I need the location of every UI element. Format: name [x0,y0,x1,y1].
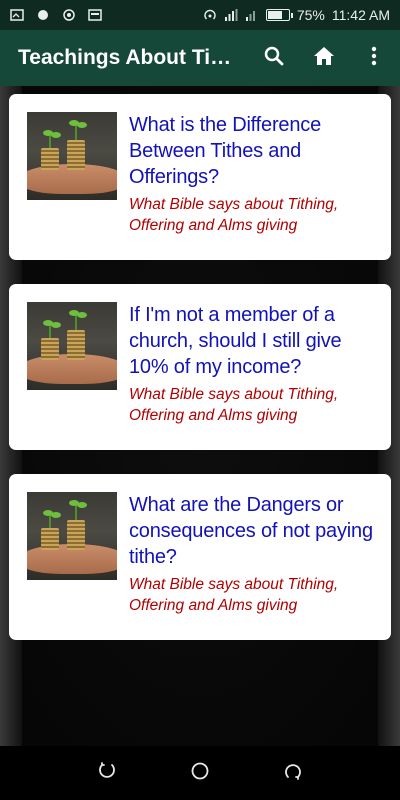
battery-percent: 75% [296,7,325,23]
hotspot-icon [203,8,217,22]
item-title: If I'm not a member of a church, should … [129,304,342,378]
app-title: Teachings About Tithes [18,46,238,69]
home-button[interactable] [308,42,340,74]
back-icon [97,761,117,786]
signal-icon [224,8,238,22]
item-subtitle: What Bible says about Tithing, Offering … [129,386,339,424]
status-bar: 75% 11:42 AM [0,0,400,30]
list-item[interactable]: What are the Dangers or consequences of … [9,474,391,640]
item-title: What is the Difference Between Tithes an… [129,114,321,188]
search-icon [262,44,286,73]
home-icon [312,44,336,73]
coins-plant-thumbnail [27,302,117,390]
coins-plant-thumbnail [27,492,117,580]
search-button[interactable] [258,42,290,74]
screenshot-icon [10,8,24,22]
clock: 11:42 AM [331,7,390,23]
gallery-icon [88,8,102,22]
list-item[interactable]: If I'm not a member of a church, should … [9,284,391,450]
system-nav-bar [0,746,400,800]
signal-2-icon [245,8,259,22]
battery-icon [265,9,293,21]
item-subtitle: What Bible says about Tithing, Offering … [129,576,339,614]
list-item[interactable]: What is the Difference Between Tithes an… [9,94,391,260]
content-list: What is the Difference Between Tithes an… [0,86,400,746]
back-button[interactable] [95,761,119,785]
coins-plant-thumbnail [27,112,117,200]
recents-button[interactable] [281,761,305,785]
home-circle-icon [190,761,210,786]
item-subtitle: What Bible says about Tithing, Offering … [129,196,339,234]
more-vert-icon [362,44,386,73]
notification-dot-icon [36,8,50,22]
recents-icon [283,761,303,786]
item-title: What are the Dangers or consequences of … [129,494,373,568]
sync-icon [62,8,76,22]
home-nav-button[interactable] [188,761,212,785]
more-options-button[interactable] [358,42,390,74]
app-bar: Teachings About Tithes [0,30,400,86]
